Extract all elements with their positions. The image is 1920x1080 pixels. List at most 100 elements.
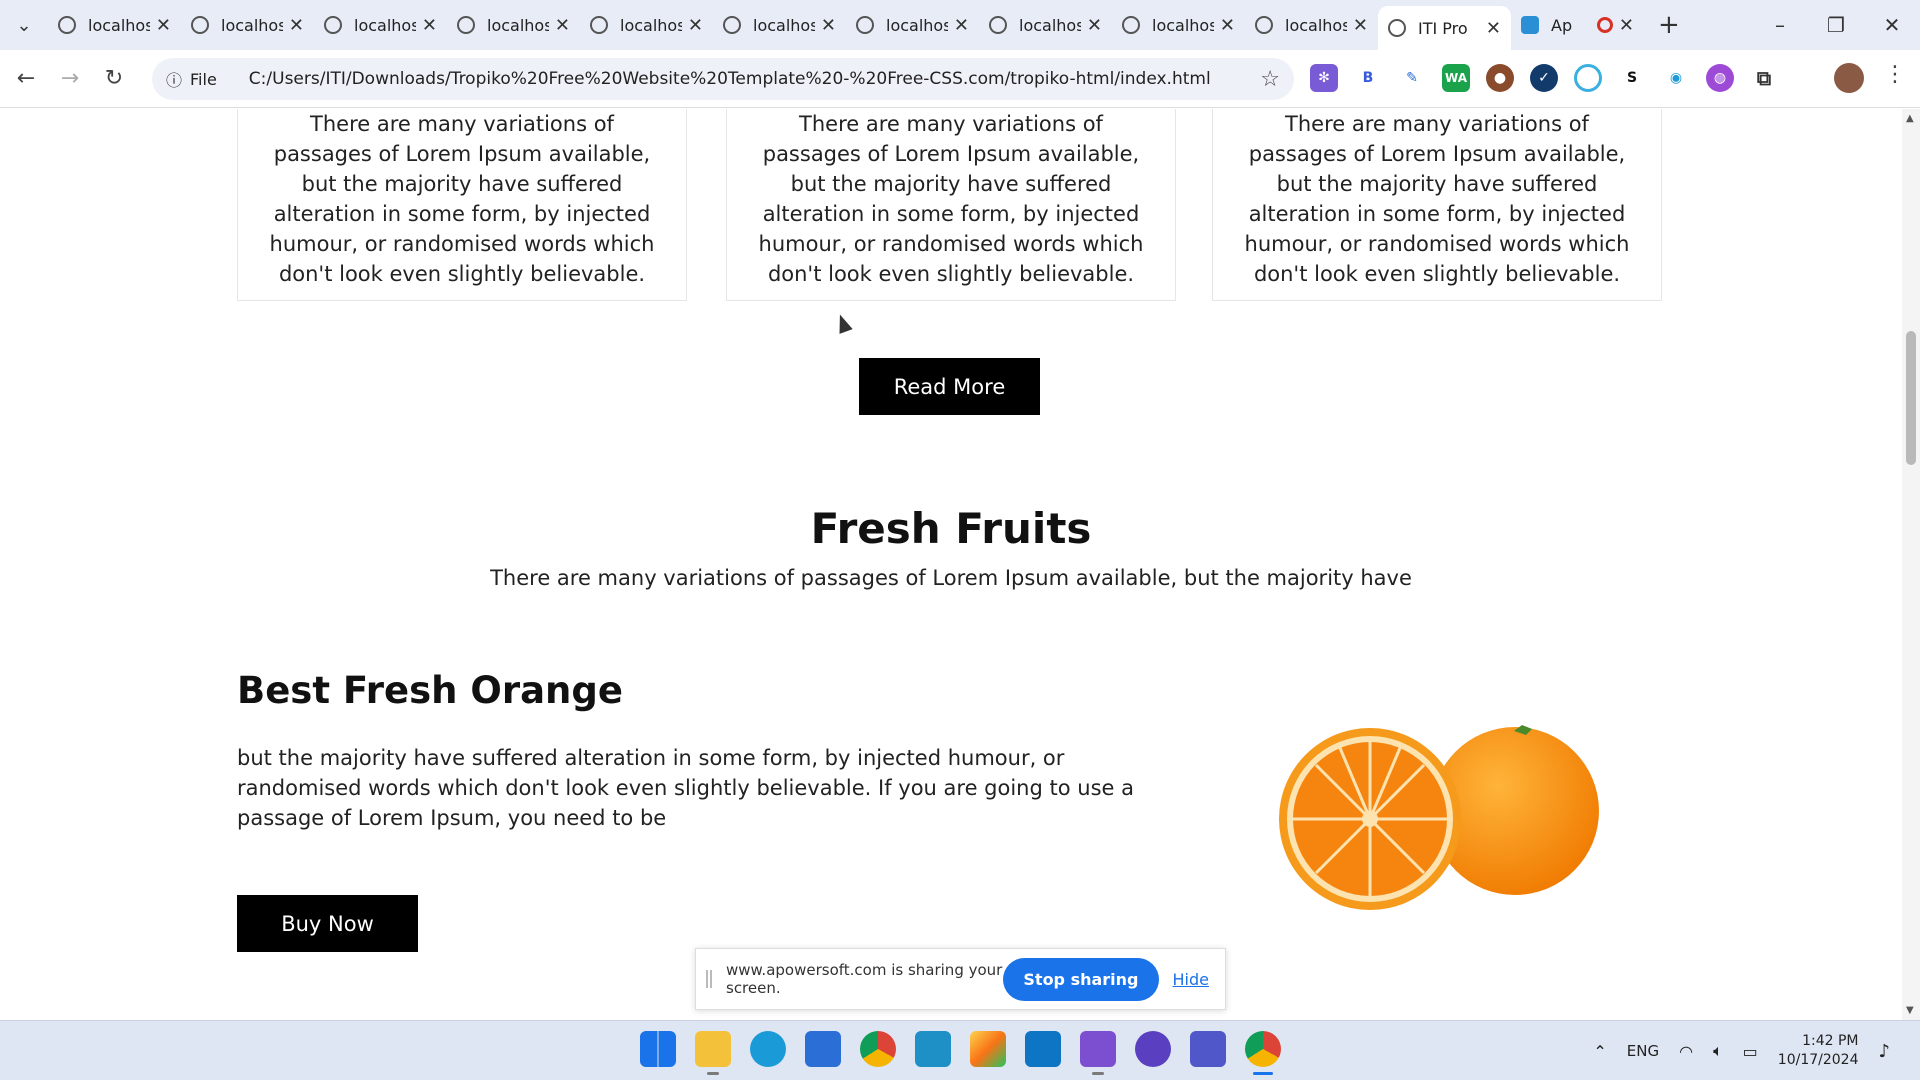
wifi-icon[interactable]: ◠ [1679, 1042, 1693, 1061]
iptv-icon[interactable] [1135, 1031, 1171, 1067]
more-menu-icon[interactable]: ⋮ [1884, 62, 1906, 87]
store-icon[interactable] [805, 1031, 841, 1067]
new-tab-button[interactable]: + [1658, 10, 1680, 40]
feature-card: There are many variations of passages of… [237, 109, 687, 301]
browser-tab[interactable]: localhost ✕ [181, 6, 314, 44]
browser-tab[interactable]: localhost ✕ [713, 6, 846, 44]
scrollbar-thumb[interactable] [1906, 331, 1916, 465]
clock[interactable]: 1:42 PM 10/17/2024 [1778, 1032, 1859, 1070]
info-icon[interactable]: ⓘ [166, 67, 182, 91]
reload-icon[interactable]: ↻ [92, 66, 136, 91]
close-icon[interactable]: ✕ [289, 15, 304, 36]
chrome-active-icon[interactable] [1245, 1031, 1281, 1075]
tab-title: localhost [1019, 15, 1081, 35]
pen-extension-icon[interactable]: ✎ [1398, 64, 1426, 92]
puzzle-icon[interactable]: ⧉ [1750, 64, 1778, 92]
check-extension-icon[interactable]: ✓ [1530, 64, 1558, 92]
stop-sharing-button[interactable]: Stop sharing [1003, 957, 1159, 1001]
close-icon[interactable]: ✕ [1619, 15, 1634, 36]
tab-search-button[interactable]: ⌄ [0, 0, 48, 50]
screen-extension-icon[interactable]: ◉ [1662, 64, 1690, 92]
page-viewport: There are many variations of passages of… [0, 109, 1902, 1020]
tab-title: localhost [88, 15, 150, 35]
url-text[interactable]: C:/Users/ITI/Downloads/Tropiko%20Free%20… [249, 69, 1260, 89]
battery-icon[interactable]: ▭ [1743, 1042, 1758, 1061]
browser-tab[interactable]: localhost ✕ [846, 6, 979, 44]
forward-arrow-icon[interactable]: → [48, 66, 92, 91]
toolbox-icon[interactable] [970, 1031, 1006, 1067]
browser-tab[interactable]: Ap ✕ [1511, 6, 1644, 44]
orange-image [1270, 713, 1620, 913]
file-explorer-icon[interactable] [695, 1031, 731, 1075]
card-text: There are many variations of passages of… [758, 112, 1144, 286]
notification-bell-icon[interactable]: ♪ [1879, 1041, 1891, 1062]
bookmark-star-icon[interactable]: ☆ [1260, 67, 1280, 92]
scroll-down-icon[interactable]: ▼ [1906, 1005, 1914, 1016]
browser-tab[interactable]: localhost ✕ [1245, 6, 1378, 44]
extension-s-icon[interactable]: S [1618, 64, 1646, 92]
close-icon[interactable]: ✕ [555, 15, 570, 36]
chevron-up-icon[interactable]: ⌃ [1593, 1042, 1606, 1061]
globe-icon [1255, 16, 1273, 34]
buy-now-button[interactable]: Buy Now [237, 895, 418, 952]
taskbar-apps [640, 1031, 1281, 1075]
visual-studio-icon[interactable] [1080, 1031, 1116, 1075]
scroll-up-icon[interactable]: ▲ [1906, 113, 1914, 124]
read-more-button[interactable]: Read More [859, 358, 1040, 415]
mouse-cursor [833, 312, 853, 334]
section-title: Fresh Fruits [810, 504, 1092, 553]
close-icon[interactable]: ✕ [156, 15, 171, 36]
tab-title: localhost [620, 15, 682, 35]
gear-extension-icon[interactable]: ✻ [1310, 64, 1338, 92]
browser-tab[interactable]: localhost ✕ [580, 6, 713, 44]
close-icon[interactable]: ✕ [1353, 15, 1368, 36]
back-arrow-icon[interactable]: ← [4, 66, 48, 91]
chrome-icon[interactable] [860, 1031, 896, 1067]
window-controls: – ❐ ✕ [1752, 0, 1920, 50]
extension-b-icon[interactable]: B [1354, 64, 1382, 92]
browser-tab-active[interactable]: ITI Pro ✕ [1378, 6, 1511, 50]
close-icon[interactable]: ✕ [688, 15, 703, 36]
close-icon[interactable]: ✕ [1087, 15, 1102, 36]
browser-tab[interactable]: localhost ✕ [48, 6, 181, 44]
drag-handle-icon[interactable] [706, 970, 712, 988]
hide-link[interactable]: Hide [1173, 970, 1209, 989]
ring-extension-icon[interactable] [1574, 64, 1602, 92]
globe-icon [58, 16, 76, 34]
close-icon[interactable]: ✕ [821, 15, 836, 36]
browser-tab[interactable]: localhost ✕ [447, 6, 580, 44]
minimize-icon[interactable]: – [1752, 13, 1808, 37]
tab-title: Ap [1551, 15, 1573, 35]
edge-icon[interactable] [750, 1031, 786, 1067]
cookie-extension-icon[interactable]: ● [1486, 64, 1514, 92]
globe-extension-icon[interactable]: ◍ [1706, 64, 1734, 92]
profile-avatar[interactable] [1834, 63, 1864, 93]
close-icon[interactable]: ✕ [1486, 18, 1501, 39]
address-bar[interactable]: ⓘ File C:/Users/ITI/Downloads/Tropiko%20… [152, 58, 1294, 100]
card-text: There are many variations of passages of… [269, 112, 655, 286]
feature-card: There are many variations of passages of… [726, 109, 1176, 301]
system-tray: ⌃ ENG ◠ 🔈︎ ▭ 1:42 PM 10/17/2024 ♪ [1593, 1021, 1890, 1080]
close-icon[interactable]: ✕ [422, 15, 437, 36]
browser-tab[interactable]: localhost ✕ [979, 6, 1112, 44]
close-window-icon[interactable]: ✕ [1864, 13, 1920, 37]
language-indicator[interactable]: ENG [1627, 1042, 1659, 1060]
apowersoft-icon [1521, 16, 1539, 34]
share-message: www.apowersoft.com is sharing your scree… [726, 961, 1003, 997]
close-icon[interactable]: ✕ [1220, 15, 1235, 36]
start-icon[interactable] [640, 1031, 676, 1067]
vscode-icon[interactable] [1025, 1031, 1061, 1067]
browser-tab[interactable]: localhost ✕ [1112, 6, 1245, 44]
feature-card: There are many variations of passages of… [1212, 109, 1662, 301]
close-icon[interactable]: ✕ [954, 15, 969, 36]
app-icon[interactable] [915, 1031, 951, 1067]
page-scrollbar[interactable]: ▲ ▼ [1902, 109, 1920, 1020]
teams-icon[interactable] [1190, 1031, 1226, 1067]
section-subtitle: There are many variations of passages of… [490, 566, 1412, 590]
browser-tab[interactable]: localhost ✕ [314, 6, 447, 44]
tab-title: localhost [886, 15, 948, 35]
extension-wa-icon[interactable]: WA [1442, 64, 1470, 92]
volume-icon[interactable]: 🔈︎ [1713, 1041, 1723, 1061]
restore-icon[interactable]: ❐ [1808, 13, 1864, 37]
globe-icon [590, 16, 608, 34]
